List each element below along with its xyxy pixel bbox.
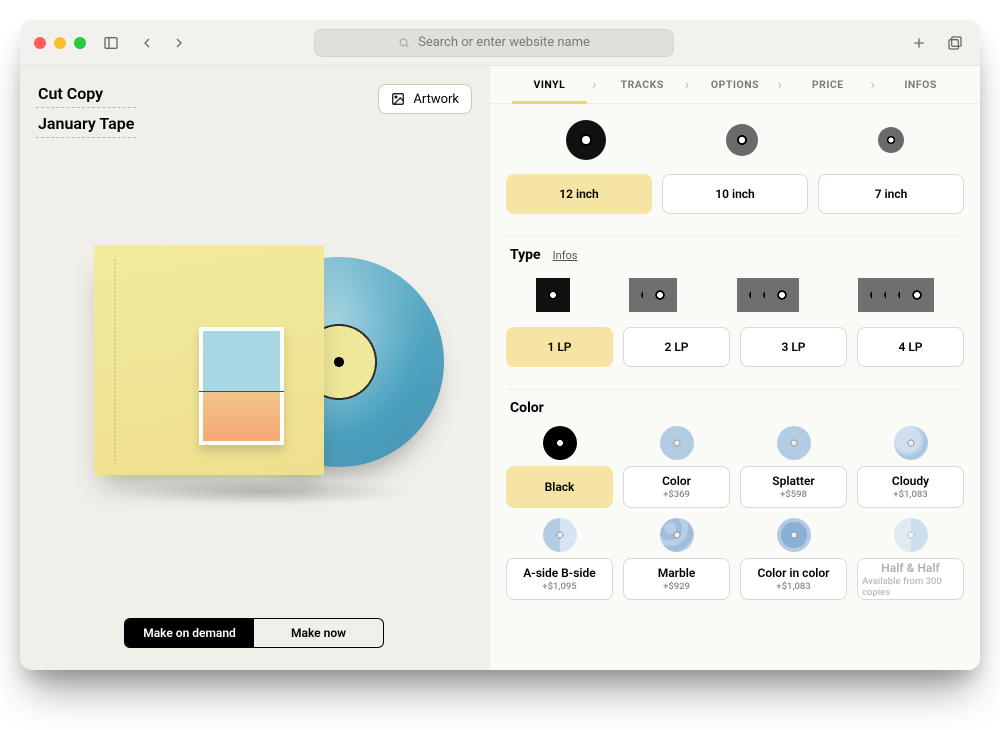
size-option[interactable]: 12 inch bbox=[506, 174, 652, 214]
stepper: VINYLTRACKSOPTIONSPRICEINFOS bbox=[490, 66, 980, 104]
step-vinyl[interactable]: VINYL bbox=[504, 66, 595, 103]
artwork-button-label: Artwork bbox=[413, 92, 459, 107]
step-options[interactable]: OPTIONS bbox=[690, 66, 781, 103]
image-icon bbox=[391, 92, 405, 106]
color-option[interactable]: Marble+$929 bbox=[623, 558, 730, 600]
color-cell: Splatter+$598 bbox=[740, 426, 847, 508]
type-title: Type bbox=[510, 247, 541, 263]
color-swatch-icon bbox=[894, 426, 928, 460]
forward-icon[interactable] bbox=[168, 32, 190, 54]
title-field[interactable]: January Tape bbox=[36, 114, 136, 138]
color-cell: Black bbox=[506, 426, 613, 508]
color-option[interactable]: Color in color+$1,083 bbox=[740, 558, 847, 600]
lp-stack-icon bbox=[858, 278, 934, 312]
color-option[interactable]: Black bbox=[506, 466, 613, 508]
preview-panel: Cut Copy January Tape Artwork M bbox=[20, 66, 490, 670]
step-price[interactable]: PRICE bbox=[782, 66, 873, 103]
lp-stack-icon bbox=[536, 278, 570, 312]
make-now-button[interactable]: Make now bbox=[254, 619, 383, 647]
type-icons bbox=[506, 273, 964, 317]
make-on-demand-button[interactable]: Make on demand bbox=[125, 619, 254, 647]
options-scroll[interactable]: 12 inch10 inch7 inch Type Infos 1 LP2 LP… bbox=[490, 104, 980, 670]
color-cell: Cloudy+$1,083 bbox=[857, 426, 964, 508]
color-cell: Marble+$929 bbox=[623, 518, 730, 600]
size-option[interactable]: 7 inch bbox=[818, 174, 964, 214]
vinyl-icon bbox=[566, 120, 606, 160]
preview-shadow bbox=[114, 479, 414, 505]
config-panel: VINYLTRACKSOPTIONSPRICEINFOS 12 inch10 i… bbox=[490, 66, 980, 670]
sidebar-toggle-icon[interactable] bbox=[100, 32, 122, 54]
color-cell: Color in color+$1,083 bbox=[740, 518, 847, 600]
vinyl-icon bbox=[726, 124, 758, 156]
color-swatch-icon bbox=[660, 518, 694, 552]
color-option[interactable]: A-side B-side+$1,095 bbox=[506, 558, 613, 600]
color-swatch-icon bbox=[894, 518, 928, 552]
color-option[interactable]: Color+$369 bbox=[623, 466, 730, 508]
address-bar[interactable]: Search or enter website name bbox=[314, 29, 674, 57]
search-icon bbox=[398, 37, 410, 49]
size-icons bbox=[506, 120, 964, 164]
make-mode-segmented: Make on demand Make now bbox=[124, 618, 384, 648]
step-tracks[interactable]: TRACKS bbox=[597, 66, 688, 103]
color-options: BlackColor+$369Splatter+$598Cloudy+$1,08… bbox=[506, 426, 964, 600]
type-options: 1 LP2 LP3 LP4 LP bbox=[506, 327, 964, 367]
toolbar-right bbox=[908, 32, 966, 54]
color-cell: Color+$369 bbox=[623, 426, 730, 508]
address-bar-placeholder: Search or enter website name bbox=[418, 35, 590, 50]
type-option[interactable]: 3 LP bbox=[740, 327, 847, 367]
traffic-lights bbox=[34, 37, 86, 49]
color-option[interactable]: Cloudy+$1,083 bbox=[857, 466, 964, 508]
type-option[interactable]: 1 LP bbox=[506, 327, 613, 367]
color-cell: A-side B-side+$1,095 bbox=[506, 518, 613, 600]
toolbar: Search or enter website name bbox=[20, 20, 980, 66]
minimize-window-icon[interactable] bbox=[54, 37, 66, 49]
type-infos-link[interactable]: Infos bbox=[553, 249, 578, 262]
back-icon[interactable] bbox=[136, 32, 158, 54]
color-title: Color bbox=[510, 400, 544, 416]
color-cell: Half & HalfAvailable from 300 copies bbox=[857, 518, 964, 600]
color-option[interactable]: Splatter+$598 bbox=[740, 466, 847, 508]
color-swatch-icon bbox=[777, 518, 811, 552]
tab-overview-icon[interactable] bbox=[944, 32, 966, 54]
project-header: Cut Copy January Tape Artwork bbox=[36, 84, 472, 138]
vinyl-sleeve bbox=[94, 245, 324, 475]
app-window: Search or enter website name Cut Copy Ja… bbox=[20, 20, 980, 670]
vinyl-icon bbox=[878, 127, 904, 153]
type-option[interactable]: 4 LP bbox=[857, 327, 964, 367]
content: Cut Copy January Tape Artwork M bbox=[20, 66, 980, 670]
step-infos[interactable]: INFOS bbox=[875, 66, 966, 103]
size-options: 12 inch10 inch7 inch bbox=[506, 174, 964, 214]
color-swatch-icon bbox=[660, 426, 694, 460]
nav-arrows bbox=[136, 32, 190, 54]
lp-stack-icon bbox=[737, 278, 799, 312]
lp-stack-icon bbox=[629, 278, 677, 312]
new-tab-icon[interactable] bbox=[908, 32, 930, 54]
album-cover-art bbox=[199, 327, 284, 445]
artwork-button[interactable]: Artwork bbox=[378, 84, 472, 114]
color-option: Half & HalfAvailable from 300 copies bbox=[857, 558, 964, 600]
color-swatch-icon bbox=[543, 426, 577, 460]
size-option[interactable]: 10 inch bbox=[662, 174, 808, 214]
artist-field[interactable]: Cut Copy bbox=[36, 84, 136, 108]
zoom-window-icon[interactable] bbox=[74, 37, 86, 49]
type-option[interactable]: 2 LP bbox=[623, 327, 730, 367]
color-swatch-icon bbox=[543, 518, 577, 552]
color-swatch-icon bbox=[777, 426, 811, 460]
vinyl-preview bbox=[36, 138, 472, 618]
close-window-icon[interactable] bbox=[34, 37, 46, 49]
